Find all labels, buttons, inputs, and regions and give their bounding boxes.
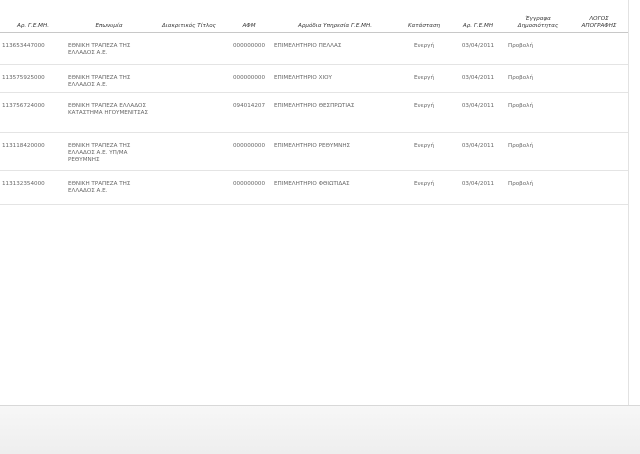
- header-service: Αρμόδια Υπηρεσία Γ.Ε.ΜΗ.: [272, 0, 398, 33]
- withdrawal-cell: [570, 92, 628, 133]
- company-name-link[interactable]: ΕΘΝΙΚΗ ΤΡΑΠΕΖΑ ΤΗΣ ΕΛΛΑΔΟΣ Α.Ε.: [66, 32, 152, 65]
- header-gemi-number: Αρ. Γ.Ε.ΜΗ.: [0, 0, 66, 33]
- withdrawal-cell: [570, 64, 628, 93]
- company-name-link[interactable]: ΕΘΝΙΚΗ ΤΡΑΠΕΖΑ ΕΛΛΑΔΟΣ ΚΑΤΑΣΤΗΜΑ ΗΓΟΥΜΕΝ…: [66, 92, 152, 133]
- distinctive-title-cell: [152, 32, 226, 65]
- afm-cell: 094014207: [226, 92, 272, 133]
- gemi-number-cell: 113118420000: [0, 132, 66, 171]
- table-row: 113118420000 ΕΘΝΙΚΗ ΤΡΑΠΕΖΑ ΤΗΣ ΕΛΛΑΔΟΣ …: [0, 132, 628, 171]
- status-cell: Ενεργή: [398, 64, 450, 93]
- afm-cell: 000000000: [226, 32, 272, 65]
- table-row: 113575925000 ΕΘΝΙΚΗ ΤΡΑΠΕΖΑ ΤΗΣ ΕΛΛΑΔΟΣ …: [0, 64, 628, 93]
- header-status: Κατάσταση: [398, 0, 450, 33]
- company-results-table: Αρ. Γ.Ε.ΜΗ. Επωνυμία Διακριτικός Τίτλος …: [0, 0, 628, 205]
- view-documents-link[interactable]: Προβολή: [506, 64, 570, 93]
- page-footer-band: [0, 405, 640, 454]
- company-name-link[interactable]: ΕΘΝΙΚΗ ΤΡΑΠΕΖΑ ΤΗΣ ΕΛΛΑΔΟΣ Α.Ε.: [66, 64, 152, 93]
- service-cell: ΕΠΙΜΕΛΗΤΗΡΙΟ ΧΙΟΥ: [272, 64, 398, 93]
- gemi-number-cell: 113756724000: [0, 92, 66, 133]
- date-cell: 03/04/2011: [450, 92, 506, 133]
- afm-cell: 000000000: [226, 170, 272, 205]
- date-cell: 03/04/2011: [450, 132, 506, 171]
- distinctive-title-cell: [152, 170, 226, 205]
- table-row: 113653447000 ΕΘΝΙΚΗ ΤΡΑΠΕΖΑ ΤΗΣ ΕΛΛΑΔΟΣ …: [0, 32, 628, 65]
- results-page: Αρ. Γ.Ε.ΜΗ. Επωνυμία Διακριτικός Τίτλος …: [0, 0, 640, 454]
- withdrawal-cell: [570, 170, 628, 205]
- withdrawal-cell: [570, 32, 628, 65]
- service-cell: ΕΠΙΜΕΛΗΤΗΡΙΟ ΘΕΣΠΡΩΤΙΑΣ: [272, 92, 398, 133]
- withdrawal-cell: [570, 132, 628, 171]
- right-divider: [628, 0, 629, 410]
- header-distinctive-title: Διακριτικός Τίτλος: [152, 0, 226, 33]
- gemi-number-cell: 113132354000: [0, 170, 66, 205]
- header-date: Αρ. Γ.Ε.ΜΗ: [450, 0, 506, 33]
- table-header: Αρ. Γ.Ε.ΜΗ. Επωνυμία Διακριτικός Τίτλος …: [0, 0, 628, 33]
- view-documents-link[interactable]: Προβολή: [506, 132, 570, 171]
- header-afm: ΑΦΜ: [226, 0, 272, 33]
- company-name-link[interactable]: ΕΘΝΙΚΗ ΤΡΑΠΕΖΑ ΤΗΣ ΕΛΛΑΔΟΣ Α.Ε. ΥΠ/ΜΑ ΡΕ…: [66, 132, 152, 171]
- header-publicity-documents: Έγγραφα Δημοσιότητας: [506, 0, 570, 33]
- status-cell: Ενεργή: [398, 132, 450, 171]
- service-cell: ΕΠΙΜΕΛΗΤΗΡΙΟ ΡΕΘΥΜΝΗΣ: [272, 132, 398, 171]
- afm-cell: 000000000: [226, 132, 272, 171]
- view-documents-link[interactable]: Προβολή: [506, 32, 570, 65]
- status-cell: Ενεργή: [398, 32, 450, 65]
- service-cell: ΕΠΙΜΕΛΗΤΗΡΙΟ ΦΘΙΩΤΙΔΑΣ: [272, 170, 398, 205]
- company-name-link[interactable]: ΕΘΝΙΚΗ ΤΡΑΠΕΖΑ ΤΗΣ ΕΛΛΑΔΟΣ Α.Ε.: [66, 170, 152, 205]
- gemi-number-cell: 113575925000: [0, 64, 66, 93]
- afm-cell: 000000000: [226, 64, 272, 93]
- table-row: 113756724000 ΕΘΝΙΚΗ ΤΡΑΠΕΖΑ ΕΛΛΑΔΟΣ ΚΑΤΑ…: [0, 92, 628, 133]
- date-cell: 03/04/2011: [450, 64, 506, 93]
- distinctive-title-cell: [152, 64, 226, 93]
- header-withdrawal-reason: ΛΟΓΟΣ ΑΠΟΓΡΑΦΗΣ: [570, 0, 628, 33]
- date-cell: 03/04/2011: [450, 32, 506, 65]
- service-cell: ΕΠΙΜΕΛΗΤΗΡΙΟ ΠΕΛΛΑΣ: [272, 32, 398, 65]
- status-cell: Ενεργή: [398, 170, 450, 205]
- status-cell: Ενεργή: [398, 92, 450, 133]
- table-row: 113132354000 ΕΘΝΙΚΗ ΤΡΑΠΕΖΑ ΤΗΣ ΕΛΛΑΔΟΣ …: [0, 170, 628, 205]
- view-documents-link[interactable]: Προβολή: [506, 92, 570, 133]
- header-company-name: Επωνυμία: [66, 0, 152, 33]
- distinctive-title-cell: [152, 132, 226, 171]
- table-body: 113653447000 ΕΘΝΙΚΗ ΤΡΑΠΕΖΑ ΤΗΣ ΕΛΛΑΔΟΣ …: [0, 32, 628, 205]
- view-documents-link[interactable]: Προβολή: [506, 170, 570, 205]
- date-cell: 03/04/2011: [450, 170, 506, 205]
- distinctive-title-cell: [152, 92, 226, 133]
- gemi-number-cell: 113653447000: [0, 32, 66, 65]
